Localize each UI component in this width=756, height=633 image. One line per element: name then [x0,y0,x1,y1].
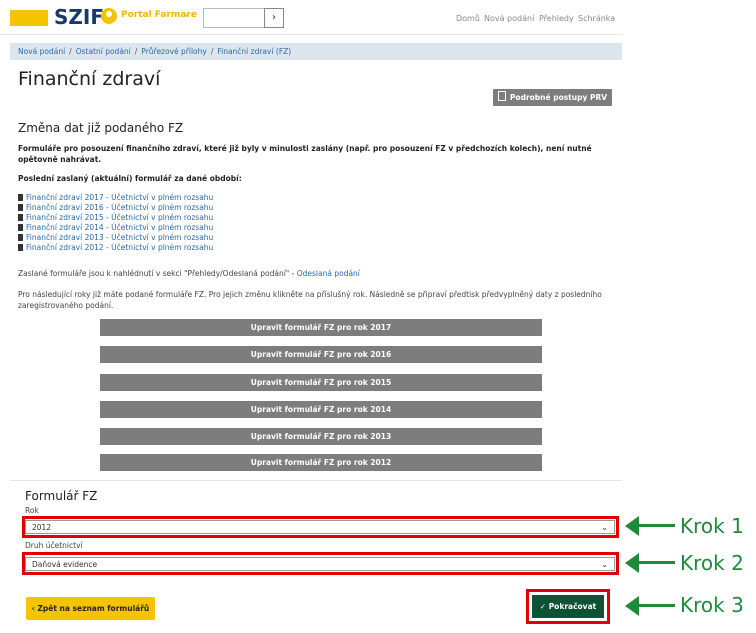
form-link-label: Finanční zdraví 2013 - Účetnictví v plné… [26,233,214,242]
edit-fz-2014-button[interactable]: Upravit formulář FZ pro rok 2014 [100,401,542,418]
edit-fz-2017-button[interactable]: Upravit formulář FZ pro rok 2017 [100,319,542,336]
pdf-icon [18,244,23,251]
back-button-label: Zpět na seznam formulářů [37,604,150,613]
form-links-list: Finanční zdraví 2017 - Účetnictví v plné… [18,193,213,253]
form-link-label: Finanční zdraví 2014 - Účetnictví v plné… [26,223,214,232]
step3-highlight: ✓ Pokračovat [526,589,610,624]
year-select-value: 2012 [32,523,52,532]
form-title: Formulář FZ [25,489,98,503]
pdf-icon [18,204,23,211]
last-sent-heading: Poslední zaslaný (aktuální) formulář za … [18,174,242,183]
pdf-icon [18,214,23,221]
nav-inbox[interactable]: Schránka [578,14,615,23]
breadcrumb: Nová podání / Ostatní podání / Průřezové pří… [10,43,622,60]
year-label: Rok [25,506,39,515]
breadcrumb-item[interactable]: Nová podání [18,47,65,56]
nav-new-submissions[interactable]: Nová podání [484,14,534,23]
form-link-label: Finanční zdraví 2012 - Účetnictví v plné… [26,243,214,252]
info-note: Formuláře pro posouzení finančního zdrav… [18,144,592,164]
prv-button-label: Podrobné postupy PRV [509,93,608,102]
edit-fz-2015-button[interactable]: Upravit formulář FZ pro rok 2015 [100,374,542,391]
section-title: Změna dat již podaného FZ [18,121,184,135]
step1-label: Krok 1 [680,514,744,538]
chevron-down-icon[interactable]: ⌄ [182,8,190,19]
breadcrumb-item[interactable]: Ostatní podání [76,47,131,56]
search-input[interactable] [203,8,265,28]
info-paragraph: Pro následující roky již máte podané for… [18,290,602,310]
accounting-type-value: Daňová evidence [32,560,98,569]
year-select[interactable]: 2012 ⌄ [25,520,615,534]
search-button[interactable]: › [264,8,284,28]
szif-logo[interactable]: SZIF [54,5,104,29]
top-bar: SZIF Portal Farmare ⌄ › Domů Nová podání… [0,0,622,35]
accounting-type-label: Druh účetnictví [25,541,83,550]
edit-fz-2013-button[interactable]: Upravit formulář FZ pro rok 2013 [100,428,542,445]
continue-button-label: Pokračovat [548,602,597,611]
chevron-down-icon: ⌄ [601,523,608,532]
form-link-label: Finanční zdraví 2017 - Účetnictví v plné… [26,193,214,202]
nav-overviews[interactable]: Přehledy [539,14,574,23]
logo-stripe [10,10,48,26]
user-icon [101,8,117,24]
check-icon: ✓ [539,602,549,611]
edit-fz-2012-button[interactable]: Upravit formulář FZ pro rok 2012 [100,454,542,471]
form-link[interactable]: Finanční zdraví 2017 - Účetnictví v plné… [18,193,213,203]
back-to-forms-button[interactable]: ‹ Zpět na seznam formulářů [26,597,155,620]
form-link-label: Finanční zdraví 2015 - Účetnictví v plné… [26,213,214,222]
sent-info-text: Zaslané formuláře jsou k nahlédnutí v se… [18,269,297,278]
pdf-icon [18,224,23,231]
page: SZIF Portal Farmare ⌄ › Domů Nová podání… [0,0,622,633]
nav-home[interactable]: Domů [456,14,480,23]
breadcrumb-item[interactable]: Finanční zdraví (FZ) [217,47,291,56]
form-link[interactable]: Finanční zdraví 2016 - Účetnictví v plné… [18,203,213,213]
sent-info: Zaslané formuláře jsou k nahlédnutí v se… [18,269,360,278]
form-link[interactable]: Finanční zdraví 2014 - Účetnictví v plné… [18,223,213,233]
edit-fz-2016-button[interactable]: Upravit formulář FZ pro rok 2016 [100,346,542,363]
page-title: Finanční zdraví [18,68,161,90]
prv-procedures-button[interactable]: Podrobné postupy PRV [493,89,612,106]
step3-label: Krok 3 [680,593,744,617]
step2-label: Krok 2 [680,551,744,575]
divider [10,480,622,481]
accounting-type-select[interactable]: Daňová evidence ⌄ [25,557,615,571]
form-link[interactable]: Finanční zdraví 2015 - Účetnictví v plné… [18,213,213,223]
chevron-down-icon: ⌄ [601,560,608,569]
sent-submissions-link[interactable]: Odeslaná podání [297,269,360,278]
document-icon [497,91,506,101]
form-link[interactable]: Finanční zdraví 2013 - Účetnictví v plné… [18,233,213,243]
pdf-icon [18,194,23,201]
breadcrumb-item[interactable]: Průřezové přílohy [141,47,207,56]
pdf-icon [18,234,23,241]
form-link[interactable]: Finanční zdraví 2012 - Účetnictví v plné… [18,243,213,253]
form-link-label: Finanční zdraví 2016 - Účetnictví v plné… [26,203,214,212]
continue-button[interactable]: ✓ Pokračovat [532,595,604,618]
